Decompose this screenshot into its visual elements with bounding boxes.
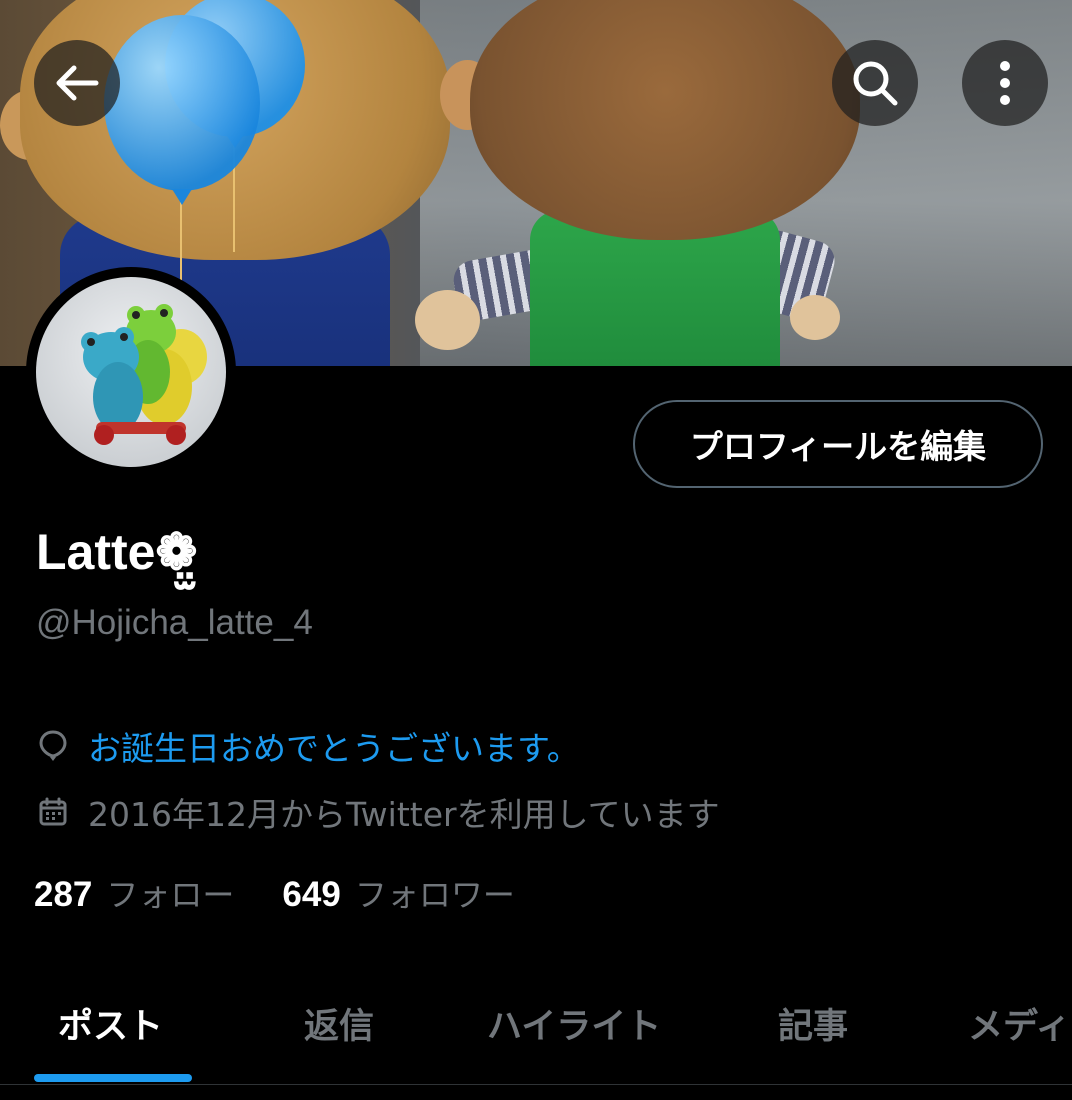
balloon-icon <box>104 15 260 205</box>
edit-profile-button[interactable]: プロフィールを編集 <box>633 400 1043 488</box>
followers-label[interactable]: フォロワー <box>355 870 515 916</box>
banner-figure-hand <box>790 295 840 340</box>
more-vertical-icon <box>1000 61 1010 105</box>
tab-media[interactable]: メディ <box>968 998 1071 1049</box>
more-button[interactable] <box>962 40 1048 126</box>
active-tab-indicator <box>34 1074 192 1082</box>
balloon-icon <box>36 729 70 763</box>
tab-articles[interactable]: 記事 <box>778 998 848 1049</box>
joined-text: 2016年12月からTwitterを利用しています <box>88 795 720 834</box>
search-button[interactable] <box>832 40 918 126</box>
user-handle: @Hojicha_latte_4 <box>36 603 313 642</box>
birthday-row[interactable]: お誕生日おめでとうございます。 <box>36 722 580 770</box>
following-count[interactable]: 287 <box>34 875 92 915</box>
calendar-icon <box>36 795 70 829</box>
avatar-image <box>36 277 226 467</box>
tab-highlights[interactable]: ハイライト <box>487 998 661 1049</box>
following-label[interactable]: フォロー <box>106 870 234 916</box>
avatar[interactable] <box>26 267 236 477</box>
follow-stats: 287 フォロー 649 フォロワー <box>34 870 563 916</box>
tab-replies[interactable]: 返信 <box>304 998 374 1049</box>
birthday-text[interactable]: お誕生日おめでとうございます。 <box>88 722 580 770</box>
frog-plush-icon <box>81 304 207 445</box>
followers-count[interactable]: 649 <box>282 875 340 915</box>
search-icon <box>853 61 898 106</box>
joined-row: 2016年12月からTwitterを利用しています <box>36 788 720 836</box>
banner-figure-head <box>470 0 860 240</box>
back-button[interactable] <box>34 40 120 126</box>
tabs-divider <box>0 1084 1072 1085</box>
profile-tabs: ポスト 返信 ハイライト 記事 メディ <box>0 960 1072 1085</box>
arrow-left-icon <box>56 65 99 101</box>
display-name: Latte❁̤̫ <box>36 524 198 580</box>
banner-figure-hand <box>415 290 480 350</box>
tab-posts[interactable]: ポスト <box>58 998 163 1049</box>
